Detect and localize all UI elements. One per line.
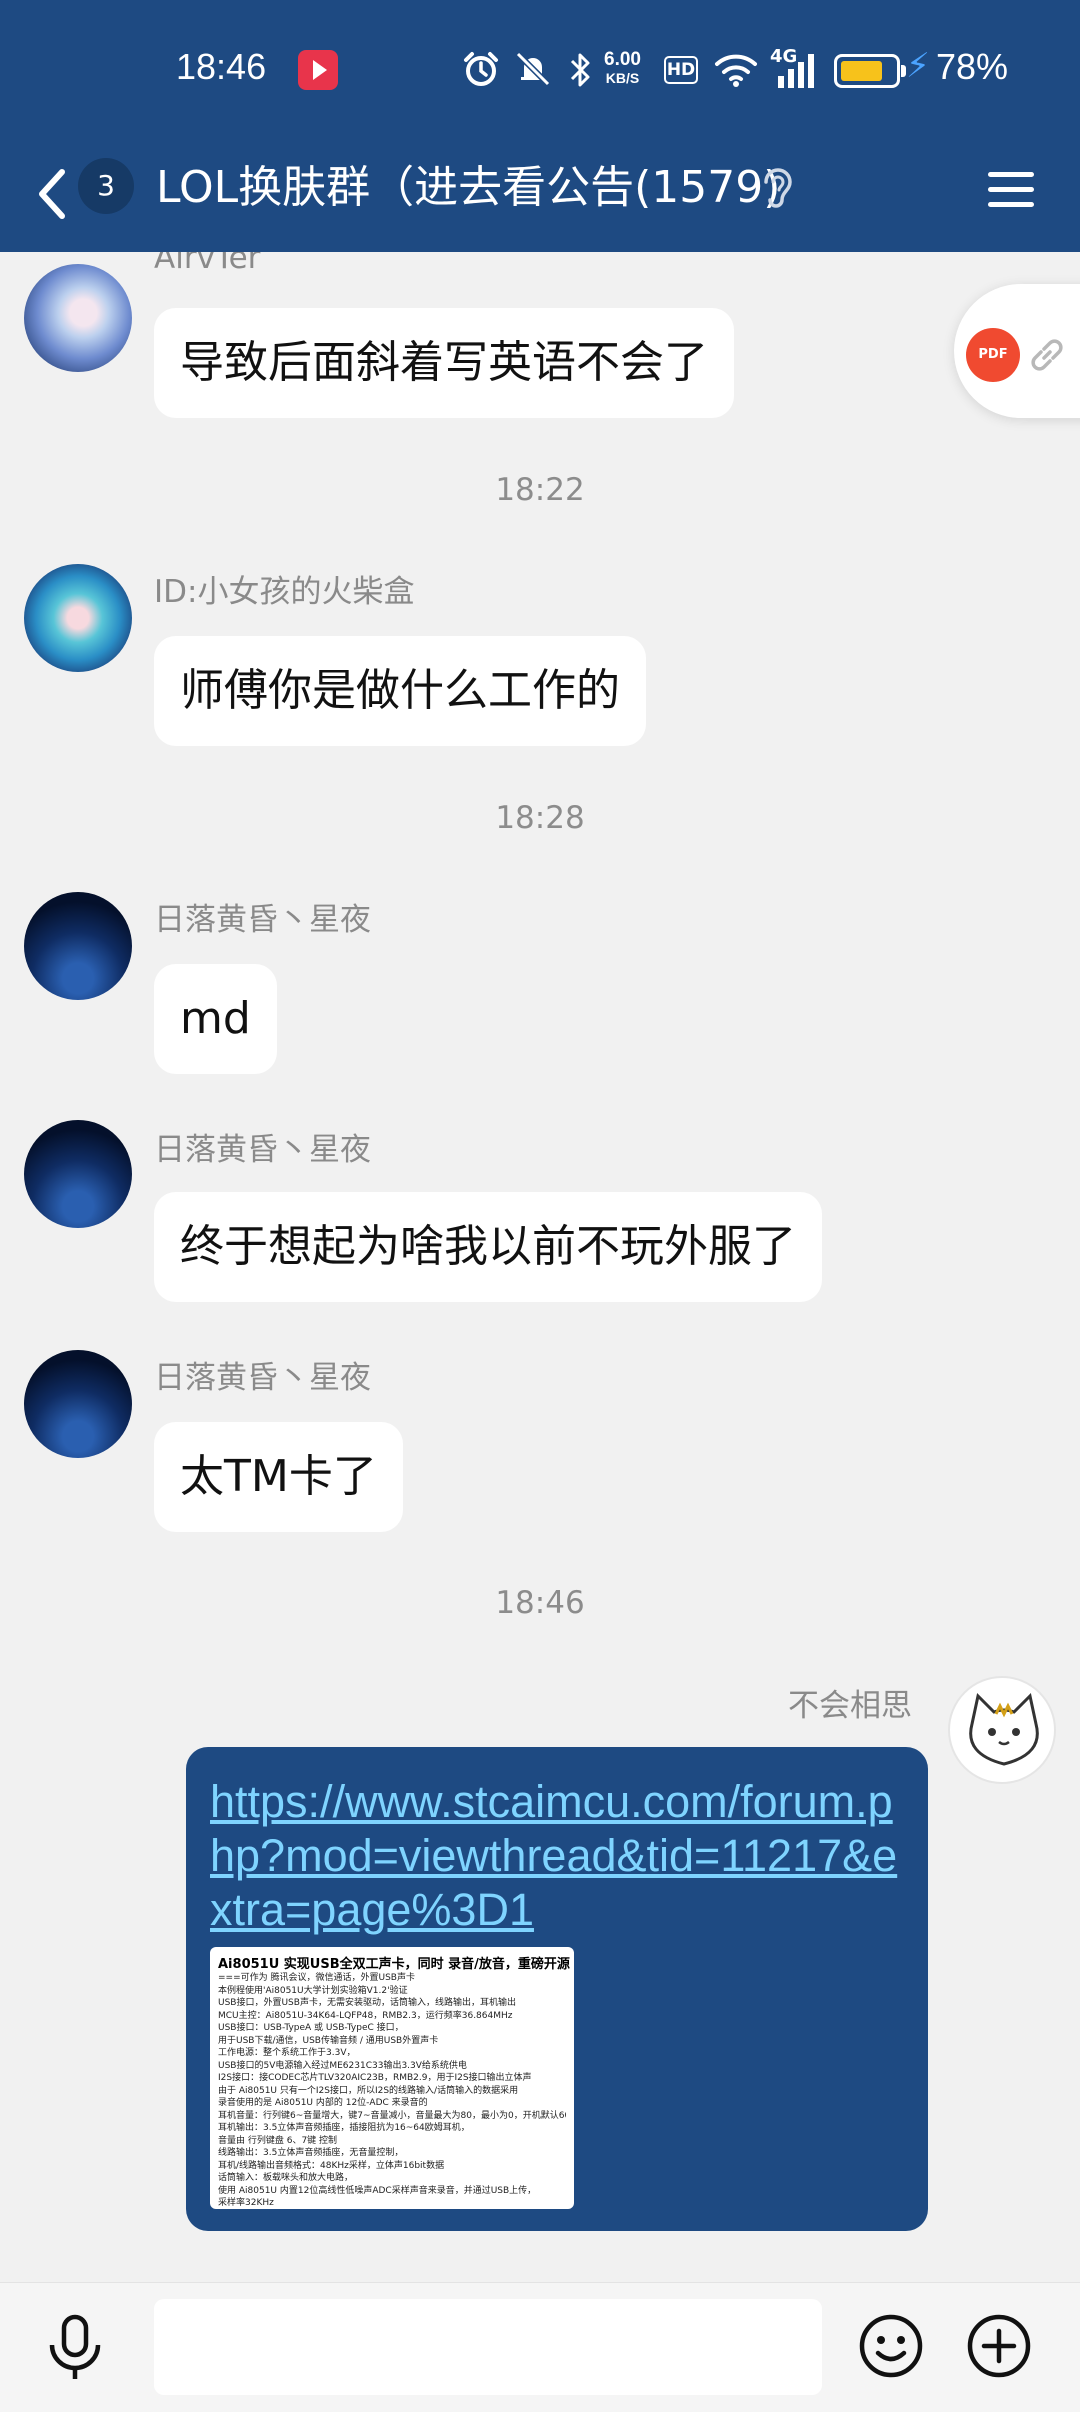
link-preview-line: 录音使用的是 Ai8051U 内部的 12位-ADC 来录音的 [218, 2098, 428, 2108]
link-preview-line: USB接口的5V电源输入经过ME6231C33输出3.3V给系统供电 [218, 2060, 467, 2071]
back-arrow-icon [39, 169, 65, 219]
emoji-icon [859, 2314, 923, 2378]
link-preview-line: 音量由 行列键盘 6、7键 控制 [218, 2135, 338, 2146]
bluetooth-icon [570, 53, 590, 87]
link-preview-line: 工作电源：整个系统工作于3.3V， [218, 2048, 356, 2058]
network-speed-unit: KB/S [605, 70, 640, 86]
avatar[interactable] [948, 1676, 1056, 1784]
message-bubble[interactable]: 导致后面斜着写英语不会了 [154, 308, 734, 418]
link-preview-lines: ===可作为 腾讯会议，微信通话，外置USB声卡 本例程使用'Ai8051U大学计… [218, 1972, 566, 2209]
link-preview-line: USB接口：USB-TypeA 或 USB-TypeC 接口， [218, 2023, 404, 2033]
link-preview-line: 耳机输出：3.5立体声音频插座，插接阻抗为16~64欧姆耳机， [218, 2123, 470, 2133]
title-bar: 3 LOL换肤群（进去看公告(1579) [0, 140, 1080, 252]
status-time: 18:46 [176, 46, 267, 87]
menu-icon [988, 172, 1040, 207]
pdf-icon[interactable]: PDF [966, 328, 1020, 382]
message-timestamp: 18:46 [495, 1585, 585, 1621]
group-title[interactable]: LOL换肤群（进去看公告(1579) [156, 158, 780, 218]
message-bubble[interactable]: 师傅你是做什么工作的 [154, 636, 646, 746]
microphone-icon [49, 2314, 101, 2379]
network-speed-value: 6.00 [604, 49, 641, 70]
avatar[interactable] [24, 1350, 132, 1458]
charging-icon: ⚡ [906, 46, 930, 86]
message-timestamp: 18:22 [495, 472, 585, 508]
sender-name: 日落黄昏丶星夜 [154, 902, 371, 938]
link-preview-line: I2S接口：接CODEC芯片TLV320AIC23B，RMB2.9，用于I2S接… [218, 2073, 532, 2083]
app-header: 18:46 6.00 KB/S HD 4G ⚡ 78% 3 LOL换肤群（进去看… [0, 0, 1080, 252]
status-bar: 18:46 6.00 KB/S HD 4G ⚡ 78% [0, 0, 1080, 140]
message-bubble[interactable]: md [154, 964, 277, 1074]
unread-count-badge[interactable]: 3 [78, 158, 134, 214]
link-preview-image[interactable]: Ai8051U 实现USB全双工声卡，同时 录音/放音，重磅开源 ===可作为 … [210, 1947, 574, 2209]
link-preview-line: 由于 Ai8051U 只有一个I2S接口，所以I2S的线路输入/话筒输入的数据采… [218, 2085, 519, 2096]
wifi-icon [715, 54, 757, 87]
link-icon[interactable] [1024, 332, 1070, 378]
more-button[interactable] [966, 2313, 1032, 2379]
menu-button[interactable] [988, 164, 1040, 214]
sender-name: 日落黄昏丶星夜 [154, 1132, 371, 1168]
alarm-icon [464, 52, 498, 86]
link-message-bubble[interactable]: https://www.stcaimcu.com/forum.php?mod=v… [186, 1747, 928, 2231]
avatar[interactable] [24, 264, 132, 372]
emoji-button[interactable] [858, 2313, 924, 2379]
message-link[interactable]: https://www.stcaimcu.com/forum.php?mod=v… [210, 1775, 910, 1937]
input-bar [0, 2282, 1080, 2412]
mute-icon [515, 51, 551, 87]
link-preview-line: 本例程使用'Ai8051U大学计划实验箱V1.2'验证 [218, 1985, 408, 1996]
message-bubble[interactable]: 终于想起为啥我以前不玩外服了 [154, 1192, 822, 1302]
link-preview-line: 使用 Ai8051U 内置12位高线性低噪声ADC采样声音来录音，并通过USB上… [218, 2185, 537, 2196]
message-timestamp: 18:28 [495, 800, 585, 836]
link-preview-line: USB接口，外置USB声卡，无需安装驱动，话筒输入，线路输出，耳机输出 [218, 1998, 516, 2008]
link-preview-line: MCU主控：Ai8051U-34K64-LQFP48，RMB2.3，运行频率36… [218, 2010, 513, 2021]
battery-icon [834, 54, 906, 88]
back-button[interactable] [28, 158, 78, 230]
link-preview-title: Ai8051U 实现USB全双工声卡，同时 录音/放音，重磅开源 [218, 1957, 570, 1972]
message-input[interactable] [154, 2299, 822, 2395]
cat-avatar-icon [969, 1692, 1039, 1766]
voice-button[interactable] [42, 2313, 108, 2383]
battery-percent: 78% [936, 46, 1009, 87]
sender-name: 日落黄昏丶星夜 [154, 1360, 371, 1396]
link-preview-line: 线路输出：3.5立体声音频插座，无音量控制， [218, 2148, 404, 2158]
message-bubble[interactable]: 太TM卡了 [154, 1422, 403, 1532]
link-preview-line: 耳机/线路输出音频格式：48KHz采样，立体声16bit数据 [218, 2160, 445, 2171]
link-preview-line: 用于USB下载/通信，USB传输音频 / 通用USB外置声卡 [218, 2035, 439, 2046]
ear-icon[interactable] [756, 164, 796, 214]
sender-name: 不会相思 [788, 1688, 912, 1724]
link-preview-line: 话筒输入：板载咪头和放大电路， [218, 2173, 354, 2183]
hd-badge: HD [664, 56, 698, 84]
link-preview-line: 耳机音量：行列键6~音量增大，键7~音量减小，音量最大为80，最小为0，开机默认… [218, 2110, 566, 2121]
link-preview-line: ===可作为 腾讯会议，微信通话，外置USB声卡 [218, 1973, 415, 1983]
media-app-icon [298, 50, 338, 90]
avatar[interactable] [24, 564, 132, 672]
network-speed: 6.00 KB/S [604, 50, 641, 88]
sender-name: AirvTer [154, 252, 261, 276]
battery-fill [841, 61, 882, 81]
avatar[interactable] [24, 1120, 132, 1228]
link-preview-line: 采样率32KHz [218, 2198, 274, 2208]
sender-name: ID:小女孩的火柴盒 [154, 574, 415, 610]
signal-icon [778, 54, 814, 88]
avatar[interactable] [24, 892, 132, 1000]
plus-icon [967, 2314, 1031, 2378]
